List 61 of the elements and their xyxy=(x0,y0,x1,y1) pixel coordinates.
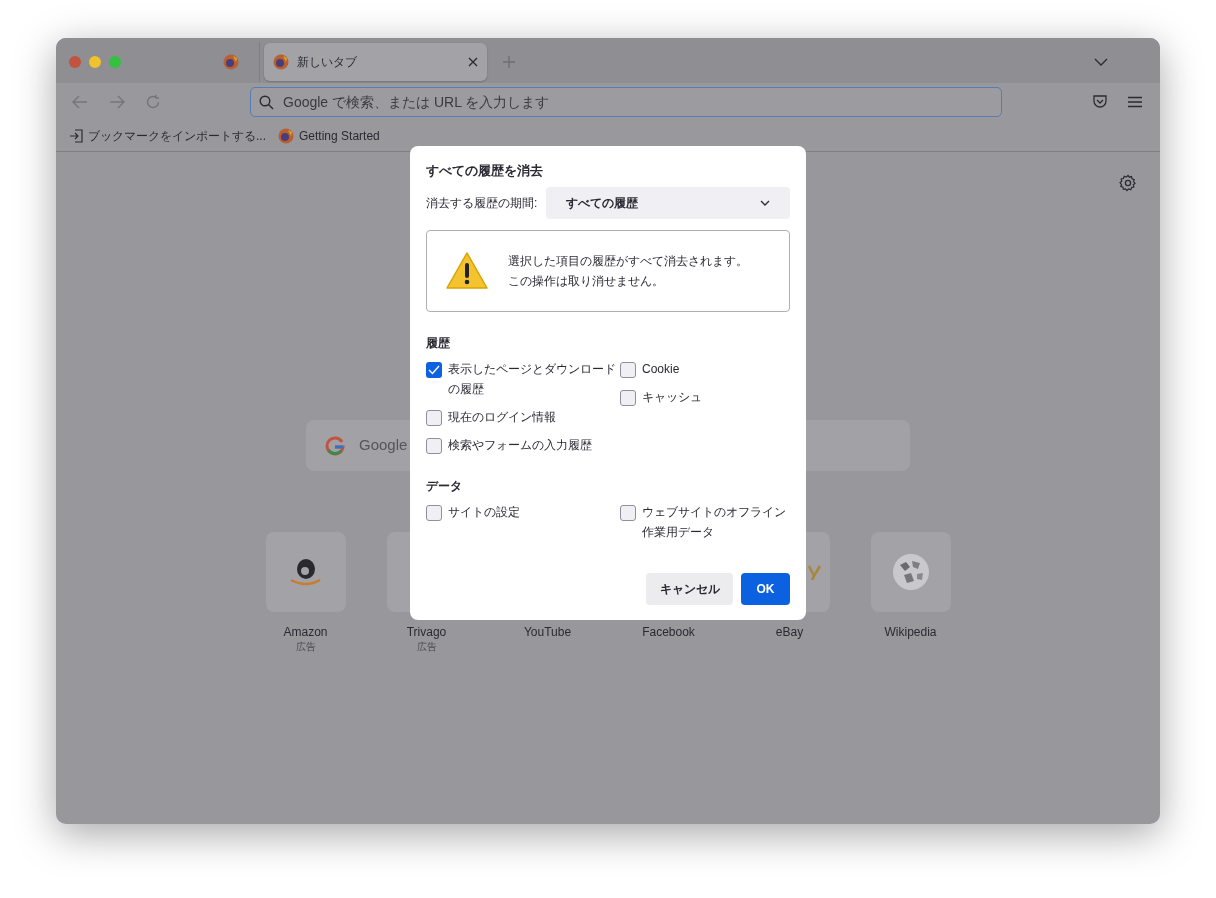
pocket-icon[interactable] xyxy=(1092,94,1108,110)
globe-icon xyxy=(891,553,930,591)
checkbox-label[interactable]: ウェブサイトのオフライン作業用データ xyxy=(642,502,790,542)
menu-icon[interactable] xyxy=(1128,96,1142,108)
tab-title: 新しいタブ xyxy=(297,53,358,71)
period-label: 消去する履歴の期間: xyxy=(426,195,538,212)
checkbox[interactable] xyxy=(426,362,442,378)
google-g-icon xyxy=(325,435,345,456)
shortcut-label[interactable]: Amazon xyxy=(283,624,328,640)
search-icon xyxy=(259,94,274,110)
warning-icon xyxy=(445,251,489,291)
dialog-title: すべての履歴を消去 xyxy=(426,162,544,180)
warning-text: 選択した項目の履歴がすべて消去されます。 xyxy=(508,252,748,270)
search-placeholder: Google xyxy=(359,435,408,456)
checkmark-icon xyxy=(428,365,440,375)
checkbox[interactable] xyxy=(426,438,442,454)
checkbox-label[interactable]: サイトの設定 xyxy=(448,502,618,522)
warning-text: この操作は取り消せません。 xyxy=(508,272,665,290)
shortcut-label[interactable]: Facebook xyxy=(642,624,695,640)
bookmark-item[interactable]: ブックマークをインポートする... xyxy=(69,127,266,145)
chevron-down-icon xyxy=(760,200,770,206)
ok-button[interactable]: OK xyxy=(741,573,790,605)
import-icon xyxy=(69,129,83,143)
checkbox[interactable] xyxy=(620,505,636,521)
checkbox-label[interactable]: 検索やフォームの入力履歴 xyxy=(448,435,618,455)
reload-icon[interactable] xyxy=(145,94,161,110)
shortcut-tile[interactable] xyxy=(265,532,346,612)
settings-icon[interactable] xyxy=(1119,174,1137,192)
firefox-icon xyxy=(273,53,289,70)
ebay-logo-icon xyxy=(807,564,822,580)
close-window-button[interactable] xyxy=(69,55,81,68)
minimize-window-button[interactable] xyxy=(89,55,101,68)
checkbox-label[interactable]: キャッシュ xyxy=(642,387,790,407)
chevron-down-icon[interactable] xyxy=(1094,57,1108,66)
period-select[interactable]: すべての履歴 xyxy=(546,187,790,219)
shortcut-label[interactable]: YouTube xyxy=(523,624,572,640)
shortcut-label[interactable]: Trivago xyxy=(406,624,447,640)
section-heading: データ xyxy=(426,478,463,495)
cancel-button[interactable]: キャンセル xyxy=(646,573,733,605)
checkbox-label[interactable]: Cookie xyxy=(642,359,790,379)
close-icon[interactable] xyxy=(468,56,478,67)
new-tab-icon[interactable] xyxy=(502,54,516,69)
checkbox[interactable] xyxy=(620,362,636,378)
checkbox-label[interactable]: 表示したページとダウンロードの履歴 xyxy=(448,359,618,399)
shortcut-tile[interactable] xyxy=(870,532,951,612)
shortcut-label[interactable]: Wikipedia xyxy=(884,624,937,640)
bookmark-item[interactable]: Getting Started xyxy=(278,127,380,145)
checkbox[interactable] xyxy=(620,390,636,406)
shortcut-label[interactable]: eBay xyxy=(775,624,804,640)
browser-tab[interactable]: 新しいタブ xyxy=(264,42,487,81)
sponsored-label: 広告 xyxy=(416,640,437,653)
checkbox-label[interactable]: 現在のログイン情報 xyxy=(448,407,618,427)
back-icon[interactable] xyxy=(72,95,88,109)
checkbox[interactable] xyxy=(426,505,442,521)
sponsored-label: 広告 xyxy=(295,640,316,653)
firefox-icon xyxy=(278,128,294,144)
forward-icon[interactable] xyxy=(109,95,125,109)
checkbox[interactable] xyxy=(426,410,442,426)
firefox-icon xyxy=(223,53,239,70)
section-heading: 履歴 xyxy=(426,335,451,352)
address-field[interactable]: Google で検索、または URL を入力します xyxy=(250,87,1002,117)
